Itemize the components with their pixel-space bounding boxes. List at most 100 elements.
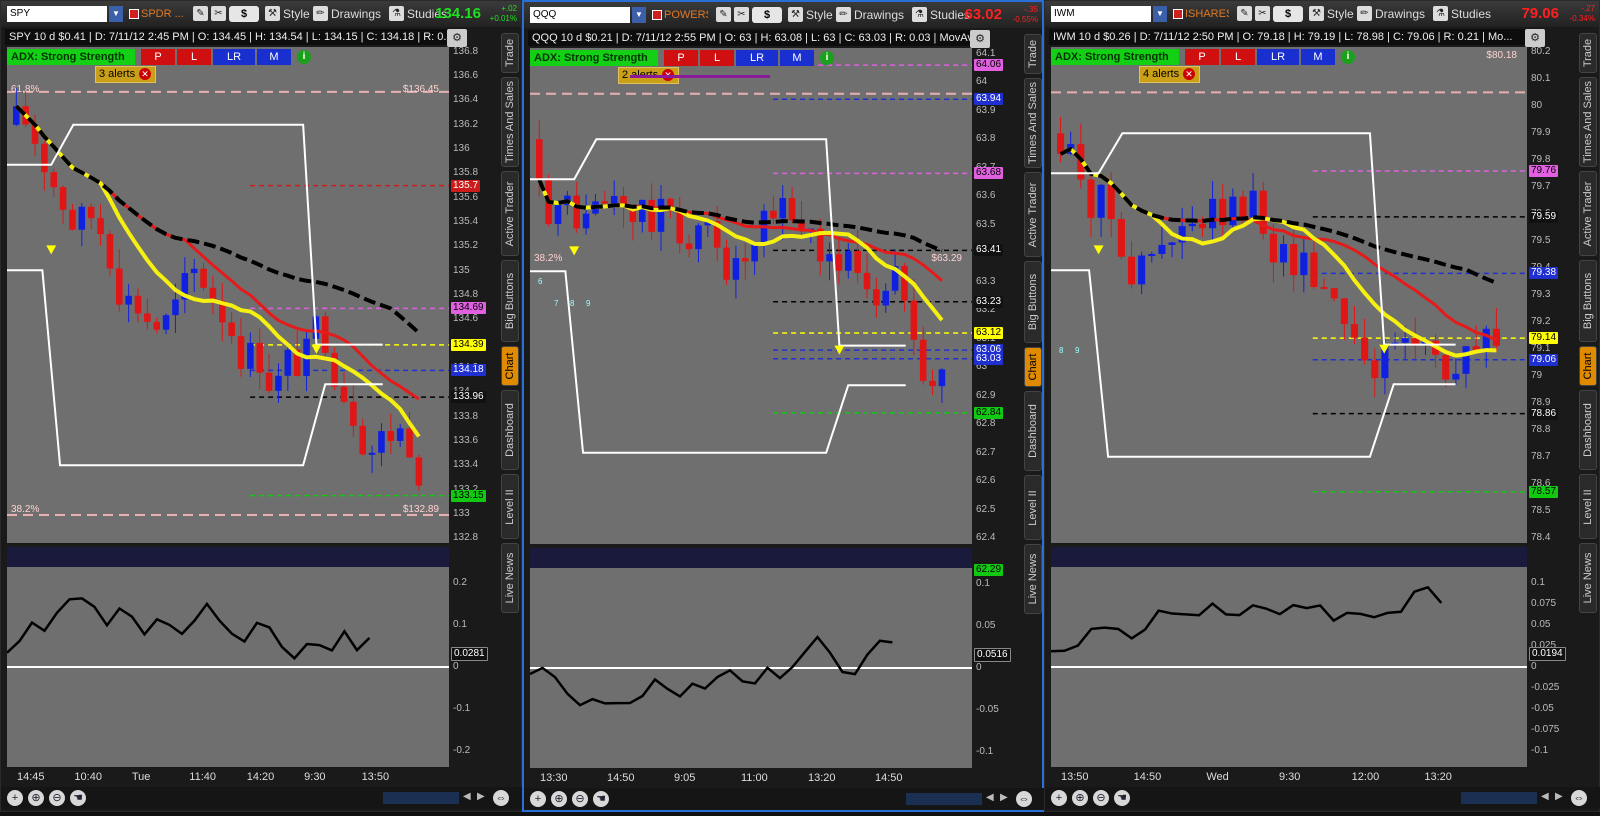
side-tab-dashboard[interactable]: Dashboard	[1024, 391, 1042, 471]
side-tab-times-and-sales[interactable]: Times And Sales	[501, 77, 519, 167]
side-tab-times-and-sales[interactable]: Times And Sales	[1579, 77, 1597, 167]
info-icon[interactable]: i	[297, 50, 311, 64]
side-tab-live-news[interactable]: Live News	[1579, 543, 1597, 613]
style-icon[interactable]: ⚒	[265, 6, 280, 21]
chart-scrollbar[interactable]	[1461, 792, 1537, 804]
studies-icon[interactable]: ⚗	[1433, 6, 1448, 21]
side-tab-active-trader[interactable]: Active Trader	[1024, 172, 1042, 257]
scroll-right-icon[interactable]: ▶	[1555, 791, 1563, 802]
chart-button-l[interactable]: L	[177, 49, 211, 65]
zoom-in-icon[interactable]: ⊕	[551, 791, 567, 807]
zoom-in-icon[interactable]: +	[7, 790, 23, 806]
alerts-badge[interactable]: 4 alerts ✕	[1139, 66, 1201, 83]
side-tab-dashboard[interactable]: Dashboard	[1579, 390, 1597, 470]
symbol-input[interactable]: SPY	[7, 6, 107, 22]
chart-button-m[interactable]: M	[1301, 49, 1335, 65]
scroll-left-icon[interactable]: ◀	[986, 792, 994, 803]
side-tab-big-buttons[interactable]: Big Buttons	[1579, 260, 1597, 342]
style-menu[interactable]: Style	[283, 5, 310, 23]
chart-button-lr[interactable]: LR	[213, 49, 255, 65]
chart-button-lr[interactable]: LR	[1257, 49, 1299, 65]
info-icon[interactable]: i	[1341, 50, 1355, 64]
scroll-right-icon[interactable]: ▶	[1000, 792, 1008, 803]
tools-icon[interactable]: ✂	[1255, 6, 1270, 21]
symbol-input[interactable]: IWM	[1051, 6, 1151, 22]
dollar-button[interactable]: $	[752, 7, 782, 23]
zoom-in-icon[interactable]: +	[530, 791, 546, 807]
side-tab-active-trader[interactable]: Active Trader	[501, 171, 519, 256]
style-menu[interactable]: Style	[806, 6, 833, 24]
drawings-menu[interactable]: Drawings	[1375, 5, 1425, 23]
alerts-badge[interactable]: 3 alerts ✕	[95, 66, 157, 83]
chart-button-m[interactable]: M	[257, 49, 291, 65]
side-tab-dashboard[interactable]: Dashboard	[501, 390, 519, 470]
crosshair-icon[interactable]: ✎	[193, 6, 208, 21]
drawings-icon[interactable]: ✏	[1357, 6, 1372, 21]
link-color-icon[interactable]	[652, 10, 662, 20]
chart-settings-icon[interactable]: ⚙	[970, 30, 990, 48]
side-tab-times-and-sales[interactable]: Times And Sales	[1024, 78, 1042, 168]
studies-icon[interactable]: ⚗	[389, 6, 404, 21]
zoom-in-icon[interactable]: ⊕	[1072, 790, 1088, 806]
chart-settings-icon[interactable]: ⚙	[447, 29, 467, 47]
drawings-icon[interactable]: ✏	[836, 7, 851, 22]
chart-button-l[interactable]: L	[700, 50, 734, 66]
style-icon[interactable]: ⚒	[1309, 6, 1324, 21]
expand-icon[interactable]: ⇔	[493, 790, 509, 806]
side-tab-active-trader[interactable]: Active Trader	[1579, 171, 1597, 256]
crosshair-icon[interactable]: ✎	[716, 7, 731, 22]
symbol-dropdown-icon[interactable]: ▼	[109, 6, 123, 22]
drawings-icon[interactable]: ✏	[313, 6, 328, 21]
expand-icon[interactable]: ⇔	[1571, 790, 1587, 806]
scroll-left-icon[interactable]: ◀	[463, 791, 471, 802]
side-tab-trade[interactable]: Trade	[1579, 33, 1597, 73]
side-tab-live-news[interactable]: Live News	[501, 543, 519, 613]
scroll-right-icon[interactable]: ▶	[477, 791, 485, 802]
chart-scrollbar[interactable]	[906, 793, 982, 805]
symbol-dropdown-icon[interactable]: ▼	[1153, 6, 1167, 22]
crosshair-icon[interactable]: ✎	[1237, 6, 1252, 21]
style-menu[interactable]: Style	[1327, 5, 1354, 23]
symbol-input[interactable]: QQQ	[530, 7, 630, 23]
studies-icon[interactable]: ⚗	[912, 7, 927, 22]
side-tab-chart[interactable]: Chart	[1579, 346, 1597, 386]
zoom-in-icon[interactable]: +	[1051, 790, 1067, 806]
dollar-button[interactable]: $	[229, 6, 259, 22]
studies-menu[interactable]: Studies	[1451, 5, 1491, 23]
link-color-icon[interactable]	[1173, 9, 1183, 19]
pan-hand-icon[interactable]: ☚	[70, 790, 86, 806]
zoom-in-icon[interactable]: ⊕	[28, 790, 44, 806]
scroll-left-icon[interactable]: ◀	[1541, 791, 1549, 802]
chart-button-p[interactable]: P	[1185, 49, 1219, 65]
zoom-out-icon[interactable]: ⊖	[572, 791, 588, 807]
chart-button-p[interactable]: P	[141, 49, 175, 65]
symbol-dropdown-icon[interactable]: ▼	[632, 7, 646, 23]
tools-icon[interactable]: ✂	[734, 7, 749, 22]
side-tab-chart[interactable]: Chart	[1024, 347, 1042, 387]
side-tab-live-news[interactable]: Live News	[1024, 544, 1042, 614]
side-tab-big-buttons[interactable]: Big Buttons	[1024, 261, 1042, 343]
side-tab-trade[interactable]: Trade	[501, 33, 519, 73]
chart-button-m[interactable]: M	[780, 50, 814, 66]
pan-hand-icon[interactable]: ☚	[593, 791, 609, 807]
chart-button-lr[interactable]: LR	[736, 50, 778, 66]
side-tab-level-ii[interactable]: Level II	[1579, 474, 1597, 539]
expand-icon[interactable]: ⇔	[1016, 791, 1032, 807]
side-tab-trade[interactable]: Trade	[1024, 34, 1042, 74]
tools-icon[interactable]: ✂	[211, 6, 226, 21]
chart-button-p[interactable]: P	[664, 50, 698, 66]
zoom-out-icon[interactable]: ⊖	[1093, 790, 1109, 806]
chart-settings-icon[interactable]: ⚙	[1525, 29, 1545, 47]
drawings-menu[interactable]: Drawings	[854, 6, 904, 24]
side-tab-chart[interactable]: Chart	[501, 346, 519, 386]
side-tab-level-ii[interactable]: Level II	[1024, 475, 1042, 540]
close-alerts-icon[interactable]: ✕	[139, 68, 152, 80]
drawings-menu[interactable]: Drawings	[331, 5, 381, 23]
pan-hand-icon[interactable]: ☚	[1114, 790, 1130, 806]
chart-button-l[interactable]: L	[1221, 49, 1255, 65]
dollar-button[interactable]: $	[1273, 6, 1303, 22]
info-icon[interactable]: i	[820, 51, 834, 65]
style-icon[interactable]: ⚒	[788, 7, 803, 22]
close-alerts-icon[interactable]: ✕	[1183, 68, 1196, 80]
link-color-icon[interactable]	[129, 9, 139, 19]
